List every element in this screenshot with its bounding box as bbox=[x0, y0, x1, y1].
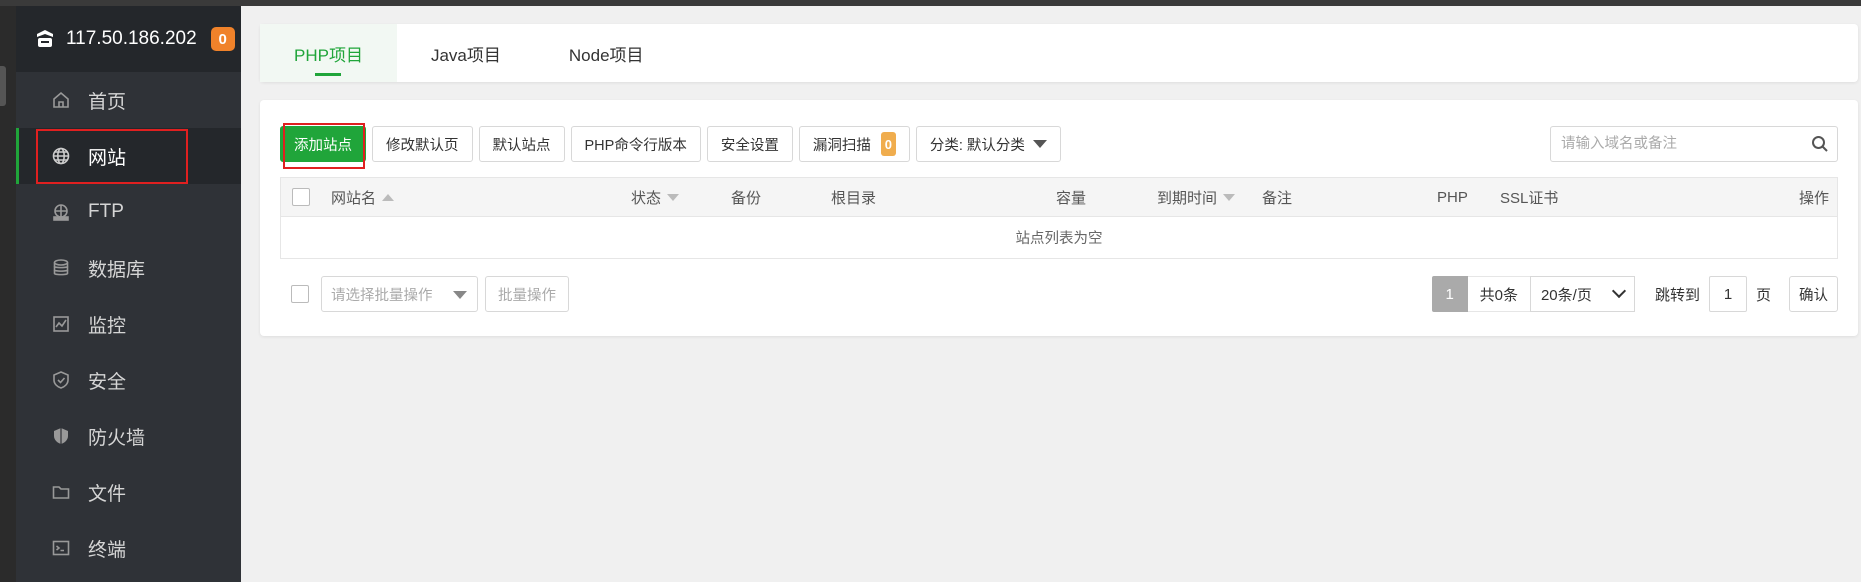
col-status-label: 状态 bbox=[631, 189, 662, 207]
sidebar: 117.50.186.202 0 首页 网站 FTP 数据库 监控 安全 防火墙… bbox=[16, 6, 241, 582]
project-tabs: PHP项目 Java项目 Node项目 bbox=[260, 24, 1858, 82]
jump-page-input[interactable]: 1 bbox=[1708, 276, 1747, 312]
sidebar-item-label: 监控 bbox=[88, 315, 127, 337]
sidebar-item-terminal[interactable]: 终端 bbox=[16, 520, 241, 576]
server-logo-icon bbox=[34, 28, 56, 50]
vuln-scan-label: 漏洞扫描 bbox=[812, 137, 871, 154]
col-php: PHP bbox=[1437, 188, 1468, 206]
batch-select-checkbox[interactable] bbox=[291, 285, 309, 303]
category-label: 分类: 默认分类 bbox=[929, 137, 1025, 154]
highlight-box-add-site bbox=[283, 123, 365, 169]
sidebar-item-security[interactable]: 安全 bbox=[16, 352, 241, 408]
col-ssl: SSL证书 bbox=[1500, 189, 1559, 207]
gutter-handle[interactable] bbox=[0, 66, 6, 106]
pagination: 1 共0条 20条/页 跳转到 1 页 确认 bbox=[1431, 276, 1838, 312]
page-size-value: 20条/页 bbox=[1540, 286, 1592, 304]
col-backup: 备份 bbox=[731, 189, 762, 207]
server-ip: 117.50.186.202 bbox=[66, 28, 197, 49]
batch-operation-select[interactable]: 请选择批量操作 bbox=[321, 276, 478, 312]
database-icon bbox=[50, 257, 72, 279]
batch-operation-button[interactable]: 批量操作 bbox=[485, 276, 569, 312]
sidebar-item-files[interactable]: 文件 bbox=[16, 464, 241, 520]
col-expiry[interactable]: 到期时间 bbox=[1157, 187, 1236, 208]
table-header: 网站名 状态 备份 根目录 容量 到期时间 备注 PHP SSL证书 操作 bbox=[280, 177, 1838, 217]
page-size-select[interactable]: 20条/页 bbox=[1529, 276, 1635, 312]
folder-icon bbox=[50, 481, 72, 503]
modify-default-page-button[interactable]: 修改默认页 bbox=[372, 126, 473, 162]
toolbar: 添加站点 修改默认页 默认站点 PHP命令行版本 安全设置 漏洞扫描 0 分类:… bbox=[280, 126, 1061, 162]
sidebar-item-monitor[interactable]: 监控 bbox=[16, 296, 241, 352]
default-site-button[interactable]: 默认站点 bbox=[478, 126, 565, 162]
sort-desc-icon bbox=[667, 193, 680, 201]
vuln-count-badge: 0 bbox=[880, 132, 896, 156]
col-expiry-label: 到期时间 bbox=[1157, 189, 1218, 207]
sidebar-item-home[interactable]: 首页 bbox=[16, 72, 241, 128]
checkbox-box bbox=[292, 188, 310, 206]
ftp-icon bbox=[50, 201, 72, 223]
vuln-scan-button[interactable]: 漏洞扫描 0 bbox=[798, 126, 910, 162]
tab-java-project[interactable]: Java项目 bbox=[397, 24, 535, 82]
search-input[interactable] bbox=[1551, 127, 1803, 161]
sidebar-item-label: 防火墙 bbox=[88, 427, 146, 449]
jump-confirm-button[interactable]: 确认 bbox=[1789, 276, 1838, 312]
sidebar-item-label: FTP bbox=[88, 201, 124, 222]
server-header[interactable]: 117.50.186.202 0 bbox=[16, 6, 241, 72]
col-actions: 操作 bbox=[1799, 189, 1830, 207]
server-badge[interactable]: 0 bbox=[210, 27, 235, 51]
col-capacity: 容量 bbox=[1056, 189, 1087, 207]
tab-node-project[interactable]: Node项目 bbox=[535, 24, 678, 82]
batch-operation-placeholder: 请选择批量操作 bbox=[331, 287, 433, 304]
sort-asc-icon bbox=[382, 193, 395, 201]
sidebar-item-label: 首页 bbox=[88, 91, 127, 113]
monitor-icon bbox=[50, 313, 72, 335]
search-box bbox=[1550, 126, 1838, 162]
col-site-name[interactable]: 网站名 bbox=[331, 187, 395, 208]
col-site-name-label: 网站名 bbox=[331, 189, 377, 207]
highlight-box-website bbox=[36, 129, 188, 184]
home-icon bbox=[50, 89, 72, 111]
security-settings-button[interactable]: 安全设置 bbox=[706, 126, 793, 162]
sidebar-item-label: 终端 bbox=[88, 539, 127, 561]
col-remark: 备注 bbox=[1262, 189, 1293, 207]
sidebar-item-database[interactable]: 数据库 bbox=[16, 240, 241, 296]
chevron-down-icon bbox=[1611, 283, 1627, 299]
site-table: 网站名 状态 备份 根目录 容量 到期时间 备注 PHP SSL证书 操作 站点… bbox=[280, 177, 1838, 259]
page-unit-label: 页 bbox=[1755, 286, 1771, 304]
left-gutter bbox=[0, 6, 16, 582]
chevron-down-icon bbox=[1032, 140, 1047, 148]
sidebar-item-label: 数据库 bbox=[88, 259, 146, 281]
table-empty-row: 站点列表为空 bbox=[280, 217, 1838, 259]
jump-label: 跳转到 bbox=[1654, 286, 1700, 304]
firewall-icon bbox=[50, 425, 72, 447]
table-footer: 请选择批量操作 批量操作 1 共0条 20条/页 跳转到 1 页 确认 bbox=[280, 276, 1838, 312]
col-root-dir: 根目录 bbox=[831, 189, 877, 207]
chevron-down-icon bbox=[453, 291, 467, 299]
sidebar-item-label: 安全 bbox=[88, 371, 127, 393]
terminal-icon bbox=[50, 537, 72, 559]
site-panel: 添加站点 修改默认页 默认站点 PHP命令行版本 安全设置 漏洞扫描 0 分类:… bbox=[260, 100, 1858, 336]
page-number-current[interactable]: 1 bbox=[1431, 276, 1468, 312]
shield-icon bbox=[50, 369, 72, 391]
sort-desc-icon bbox=[1223, 193, 1236, 201]
php-cli-version-button[interactable]: PHP命令行版本 bbox=[570, 126, 701, 162]
sidebar-item-label: 文件 bbox=[88, 483, 127, 505]
window-top-strip bbox=[0, 0, 1861, 6]
total-count: 共0条 bbox=[1467, 276, 1531, 312]
sidebar-item-firewall[interactable]: 防火墙 bbox=[16, 408, 241, 464]
tab-php-project[interactable]: PHP项目 bbox=[260, 24, 397, 82]
search-icon[interactable] bbox=[1803, 135, 1837, 153]
select-all-checkbox[interactable] bbox=[292, 188, 310, 206]
empty-message: 站点列表为空 bbox=[1015, 231, 1103, 247]
sidebar-item-ftp[interactable]: FTP bbox=[16, 184, 241, 240]
col-status[interactable]: 状态 bbox=[631, 187, 680, 208]
category-dropdown[interactable]: 分类: 默认分类 bbox=[915, 126, 1061, 162]
